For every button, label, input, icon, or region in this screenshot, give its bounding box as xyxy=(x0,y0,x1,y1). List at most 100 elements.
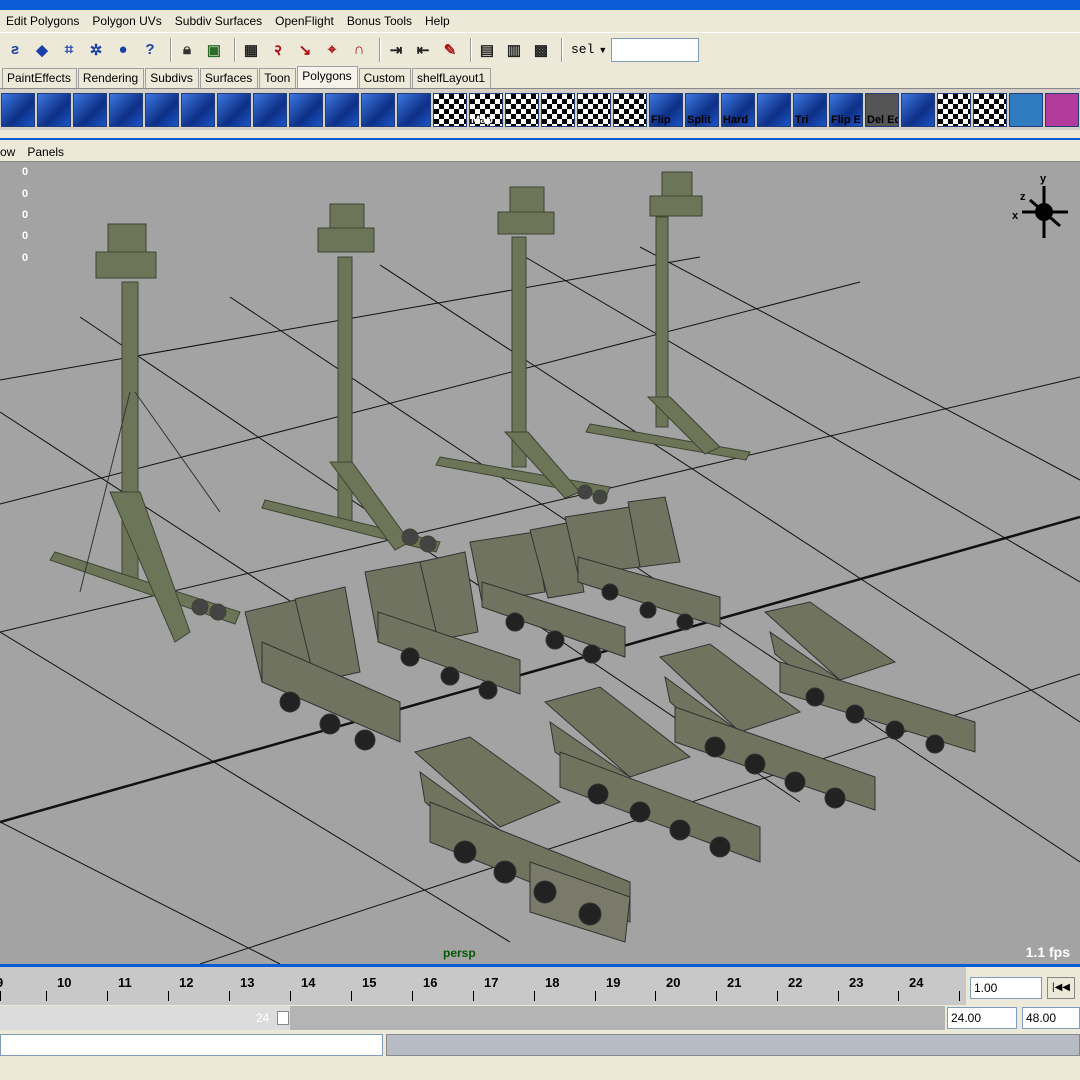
range-end-field[interactable]: 24.00 xyxy=(947,1007,1017,1029)
axis-x-label: x xyxy=(1012,210,1019,222)
status-line: ƨ ◆ ⌗ ✲ ● ? 🔒︎ ▣ ▦ २ ↘ ⌖ ∩ ⇥ ⇤ ✎ ▤ ▥ ▩ s… xyxy=(0,32,1080,66)
poly-wedge-icon[interactable] xyxy=(181,92,215,127)
chevron-down-icon[interactable]: ▼ xyxy=(598,45,607,55)
curve-snap-icon[interactable]: २ xyxy=(267,39,289,61)
playback-end-field[interactable]: 48.00 xyxy=(1022,1007,1080,1029)
uv-unfold-icon[interactable] xyxy=(973,92,1007,127)
separator xyxy=(170,37,172,62)
shelf-icon-label: Map xyxy=(471,113,493,126)
shelf-icon-label: Flip E xyxy=(831,113,861,126)
camera-label: persp xyxy=(443,946,476,960)
menu-openflight[interactable]: OpenFlight xyxy=(275,14,334,28)
output-icon[interactable]: ⇤ xyxy=(412,39,434,61)
tab-subdivs[interactable]: Subdivs xyxy=(145,68,199,88)
frame-tick xyxy=(107,991,108,1001)
planar-map-icon[interactable]: Map xyxy=(469,92,503,127)
poly-merge-icon[interactable] xyxy=(253,92,287,127)
uv-checker-icon[interactable] xyxy=(433,92,467,127)
frame-tick xyxy=(412,991,413,1001)
poly-bridge-icon[interactable] xyxy=(217,92,251,127)
lock-icon[interactable]: 🔒︎ xyxy=(176,39,198,61)
render-region-icon[interactable]: ▣ xyxy=(203,39,225,61)
fps-readout: 1.1 fps xyxy=(1025,944,1070,960)
frame-tick-label: 9 xyxy=(0,975,3,990)
poly-bevel-icon[interactable] xyxy=(109,92,143,127)
current-frame-field[interactable]: 1.00 xyxy=(970,977,1042,999)
split-icon[interactable]: Split xyxy=(685,92,719,127)
select-component-icon[interactable]: ⌗ xyxy=(58,39,80,61)
menu-edit-polygons[interactable]: Edit Polygons xyxy=(6,14,79,28)
flip-icon[interactable]: Flip xyxy=(649,92,683,127)
frame-tick-label: 19 xyxy=(606,975,621,990)
axis-y-label: y xyxy=(1040,173,1047,185)
quick-select-input[interactable] xyxy=(611,37,700,62)
spherical-map-icon[interactable] xyxy=(541,92,575,127)
point-snap-icon[interactable]: ↘ xyxy=(294,39,316,61)
tab-painteffects[interactable]: PaintEffects xyxy=(2,68,77,88)
perspective-viewport[interactable]: y z x 0 0 0 0 0 persp 1.1 fps xyxy=(0,162,1080,964)
uv-editor-icon[interactable] xyxy=(937,92,971,127)
separator xyxy=(234,37,236,62)
plane-snap-icon[interactable]: ⌖ xyxy=(321,39,343,61)
poly-split-icon[interactable] xyxy=(145,92,179,127)
shelf-icon-label: Split xyxy=(687,113,711,126)
viewport-scene: y z x xyxy=(0,171,1080,964)
poly-extrude-icon[interactable] xyxy=(73,92,107,127)
uv-layout-icon[interactable] xyxy=(613,92,647,127)
menu-help[interactable]: Help xyxy=(425,14,450,28)
tab-surfaces[interactable]: Surfaces xyxy=(199,68,259,88)
range-slider[interactable]: 24 xyxy=(0,1006,945,1030)
menu-polygon-uvs[interactable]: Polygon UVs xyxy=(92,14,161,28)
tab-toon[interactable]: Toon xyxy=(259,68,297,88)
menu-panels[interactable]: Panels xyxy=(27,145,64,159)
tab-custom[interactable]: Custom xyxy=(358,68,412,88)
shelf-icon-label: Hard xyxy=(723,113,749,126)
poly-normals-icon[interactable] xyxy=(397,92,431,127)
tab-polygons[interactable]: Polygons xyxy=(297,66,358,88)
lasso-icon[interactable]: ƨ xyxy=(4,39,26,61)
range-slider-handle[interactable] xyxy=(277,1011,289,1025)
poly-collapse-icon[interactable] xyxy=(289,92,323,127)
render-settings-icon[interactable]: ▩ xyxy=(530,39,552,61)
select-object-icon[interactable]: ◆ xyxy=(31,39,53,61)
clapper-icon[interactable]: ▤ xyxy=(476,39,498,61)
poly-cube-icon[interactable] xyxy=(1,92,35,127)
selection-mode-label[interactable]: sel xyxy=(571,42,594,57)
poly-subdivide-icon[interactable] xyxy=(325,92,359,127)
delete-edge-icon[interactable]: Del Ed xyxy=(865,92,899,127)
frame-tick-label: 11 xyxy=(118,975,132,990)
hard-edge-icon[interactable]: Hard xyxy=(721,92,755,127)
help-icon[interactable]: ? xyxy=(139,39,161,61)
input-icon[interactable]: ⇥ xyxy=(385,39,407,61)
menu-show[interactable]: ow xyxy=(0,145,15,159)
command-line-input[interactable] xyxy=(0,1034,383,1056)
grid-snap-icon[interactable]: ▦ xyxy=(240,39,262,61)
frame-tick-label: 17 xyxy=(484,975,499,990)
menu-subdiv-surfaces[interactable]: Subdiv Surfaces xyxy=(175,14,262,28)
go-to-start-button[interactable]: |◀◀ xyxy=(1047,977,1075,999)
time-slider[interactable]: 9 10 11 12 13 14 15 16 17 18 19 20 21 22… xyxy=(0,967,966,1005)
ipr-icon[interactable]: ▥ xyxy=(503,39,525,61)
window-title-bar xyxy=(0,0,1080,10)
menu-bonus-tools[interactable]: Bonus Tools xyxy=(347,14,412,28)
reverse-normals-icon[interactable] xyxy=(757,92,791,127)
tab-shelflayout1[interactable]: shelfLayout1 xyxy=(412,68,492,88)
tab-rendering[interactable]: Rendering xyxy=(77,68,145,88)
poly-reduce-icon[interactable] xyxy=(901,92,935,127)
polygon-shelf: Map Flip Split Hard Tri Flip E Del Ed Pr xyxy=(0,88,1080,130)
poly-plane-icon[interactable] xyxy=(37,92,71,127)
cylindrical-map-icon[interactable] xyxy=(505,92,539,127)
history-icon[interactable]: ✎ xyxy=(439,39,461,61)
texture-icon[interactable] xyxy=(1009,92,1043,127)
flip-edge-icon[interactable]: Flip E xyxy=(829,92,863,127)
paint-icon[interactable] xyxy=(1045,92,1079,127)
hud-value: 0 xyxy=(22,188,29,200)
poly-smooth-icon[interactable] xyxy=(361,92,395,127)
triangulate-icon[interactable]: Tri xyxy=(793,92,827,127)
automatic-map-icon[interactable] xyxy=(577,92,611,127)
frame-tick-label: 18 xyxy=(545,975,560,990)
panel-menu-bar: ow Panels xyxy=(0,142,1080,162)
magnet-icon[interactable]: ∩ xyxy=(348,39,370,61)
snap-icon[interactable]: ✲ xyxy=(85,39,107,61)
sphere-icon[interactable]: ● xyxy=(112,39,134,61)
